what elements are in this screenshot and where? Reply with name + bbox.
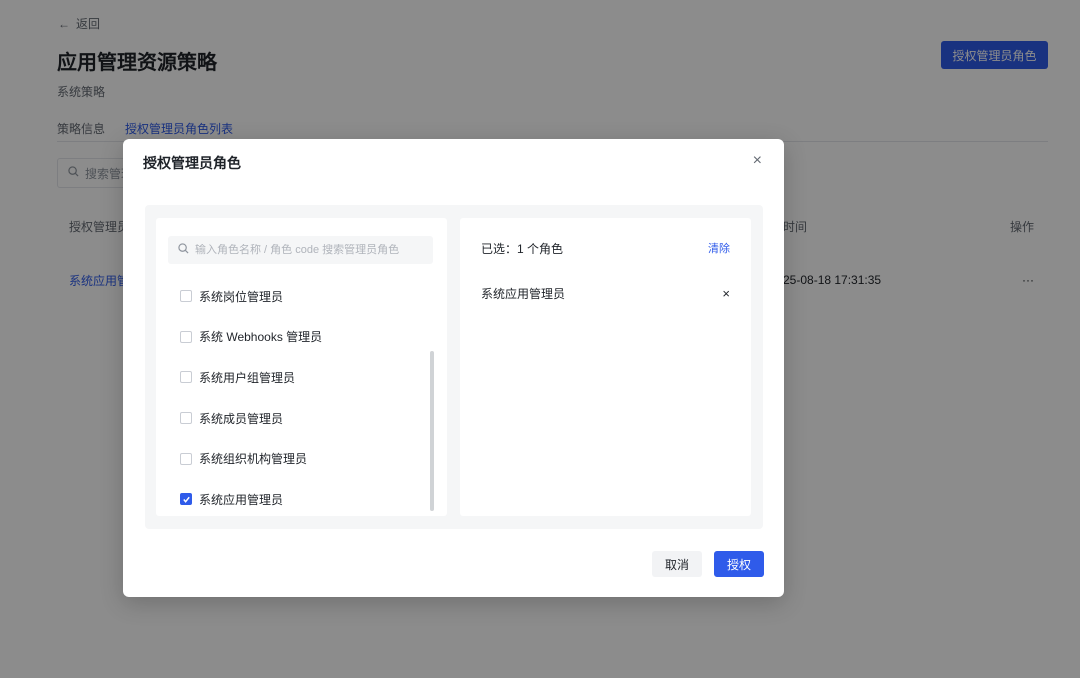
- close-icon[interactable]: ×: [753, 153, 762, 169]
- selected-count: 已选：1 个角色: [481, 242, 564, 256]
- cancel-button[interactable]: 取消: [652, 551, 702, 577]
- checkbox[interactable]: [180, 493, 192, 506]
- modal-title: 授权管理员角色: [143, 155, 241, 171]
- selected-role-item: 系统应用管理员 ×: [481, 285, 730, 302]
- role-option-label: 系统岗位管理员: [199, 289, 284, 304]
- role-option-label: 系统成员管理员: [199, 411, 284, 426]
- role-selection-panel: 系统岗位管理员 系统 Webhooks 管理员 系统用户组管理员 系统成员管理员: [156, 218, 447, 516]
- authorize-button[interactable]: 授权: [714, 551, 764, 577]
- role-option[interactable]: 系统 Webhooks 管理员: [180, 317, 420, 358]
- role-option-label: 系统用户组管理员: [199, 370, 296, 385]
- checkbox[interactable]: [180, 412, 192, 425]
- modal-body: 系统岗位管理员 系统 Webhooks 管理员 系统用户组管理员 系统成员管理员: [145, 205, 763, 529]
- checkbox[interactable]: [180, 371, 192, 384]
- scrollbar[interactable]: [430, 351, 434, 511]
- role-option[interactable]: 系统用户组管理员: [180, 357, 420, 398]
- role-option[interactable]: 系统岗位管理员: [180, 276, 420, 317]
- role-option-label: 系统组织机构管理员: [199, 452, 308, 467]
- selected-role-label: 系统应用管理员: [481, 287, 566, 301]
- checkbox[interactable]: [180, 452, 192, 465]
- selected-roles-panel: 已选：1 个角色 清除 系统应用管理员 ×: [460, 218, 751, 516]
- clear-button[interactable]: 清除: [708, 240, 730, 256]
- authorize-role-modal: 授权管理员角色 × 系统岗位管理员 系统 Webho: [123, 139, 784, 597]
- role-search-field[interactable]: [168, 236, 433, 264]
- checkbox[interactable]: [180, 330, 192, 343]
- remove-icon[interactable]: ×: [722, 286, 730, 301]
- role-list: 系统岗位管理员 系统 Webhooks 管理员 系统用户组管理员 系统成员管理员: [180, 276, 420, 520]
- search-icon: [178, 243, 189, 257]
- role-option[interactable]: 系统应用管理员: [180, 479, 420, 520]
- role-option[interactable]: 系统组织机构管理员: [180, 438, 420, 479]
- role-option[interactable]: 系统成员管理员: [180, 398, 420, 439]
- role-search-input[interactable]: [195, 244, 430, 256]
- role-option-label: 系统 Webhooks 管理员: [199, 330, 323, 345]
- role-option-label: 系统应用管理员: [199, 492, 284, 507]
- checkbox[interactable]: [180, 290, 192, 303]
- page: ← 返回 应用管理资源策略 系统策略 授权管理员角色 策略信息 授权管理员角色列…: [0, 0, 1080, 678]
